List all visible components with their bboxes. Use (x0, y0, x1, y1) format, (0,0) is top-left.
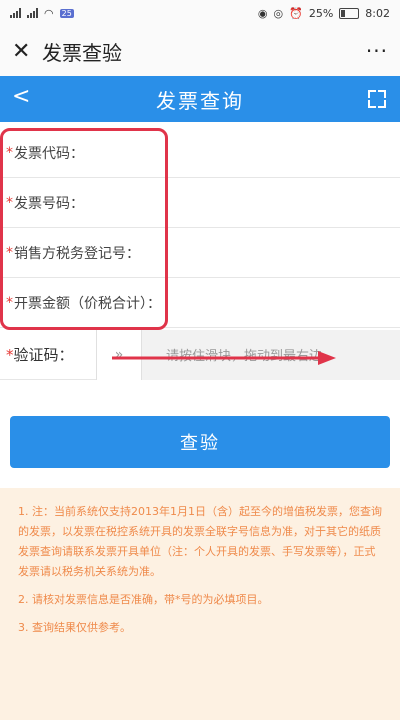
wifi-icon: ◠ (44, 6, 54, 20)
notification-badge: 25 (59, 8, 74, 18)
notice-item: 1. 注：当前系统仅支持2013年1月1日（含）起至今的增值税发票，您查询的发票… (18, 505, 382, 578)
seller-tax-id-input[interactable] (140, 227, 400, 278)
status-right: ◉ ◎ ⏰ 25% 8:02 (258, 7, 390, 20)
required-mark: * (6, 194, 13, 211)
required-mark: * (6, 294, 13, 311)
battery-icon (339, 7, 360, 19)
field-label: 开票金额（价税合计）： (14, 295, 161, 312)
invoice-form: * 发票代码： * 发票号码： * 销售方税务登记号： * 开票金额（价税合计）… (0, 127, 400, 328)
nav-bar: < 发票查询 (0, 76, 400, 122)
red-arrow-annotation (112, 351, 336, 365)
alarm-icon: ⏰ (289, 6, 303, 20)
required-mark: * (6, 346, 14, 364)
clock-time: 8:02 (365, 6, 390, 20)
more-icon[interactable]: ··· (366, 39, 388, 63)
notice-item: 3. 查询结果仅供参考。 (18, 621, 131, 634)
invoice-code-input[interactable] (84, 127, 400, 178)
field-invoice-number: * 发票号码： (0, 177, 400, 228)
field-label: 发票代码： (14, 145, 84, 162)
required-mark: * (6, 244, 13, 261)
notice-panel: 1. 注：当前系统仅支持2013年1月1日（含）起至今的增值税发票，您查询的发票… (0, 488, 400, 720)
field-seller-tax-id: * 销售方税务登记号： (0, 227, 400, 278)
eye-icon: ◉ (257, 6, 268, 20)
field-invoice-amount: * 开票金额（价税合计）： (0, 277, 400, 328)
field-label: 发票号码： (14, 195, 84, 212)
close-icon[interactable]: ✕ (12, 39, 36, 64)
invoice-amount-input[interactable] (161, 277, 400, 328)
app-header: ✕ 发票查验 ··· (0, 26, 400, 76)
nav-title: 发票查询 (156, 88, 244, 113)
status-bar: ◠ 25 ◉ ◎ ⏰ 25% 8:02 (0, 0, 400, 26)
signal-icon (10, 8, 21, 18)
verify-button[interactable]: 查验 (10, 416, 390, 468)
back-icon[interactable]: < (12, 84, 30, 109)
notice-item: 2. 请核对发票信息是否准确，带*号的为必填项目。 (18, 593, 269, 606)
field-invoice-code: * 发票代码： (0, 127, 400, 178)
mute-icon: ◎ (273, 6, 284, 20)
app-title: 发票查验 (42, 40, 122, 65)
field-label: 销售方税务登记号： (14, 245, 140, 262)
invoice-number-input[interactable] (84, 177, 400, 228)
status-left: ◠ 25 (10, 7, 74, 20)
fullscreen-icon[interactable] (368, 90, 386, 108)
captcha-label-text: 验证码： (13, 346, 74, 364)
captcha-label: *验证码： (0, 344, 98, 365)
signal-icon (27, 8, 38, 18)
battery-percent: 25% (308, 6, 334, 20)
required-mark: * (6, 144, 13, 161)
